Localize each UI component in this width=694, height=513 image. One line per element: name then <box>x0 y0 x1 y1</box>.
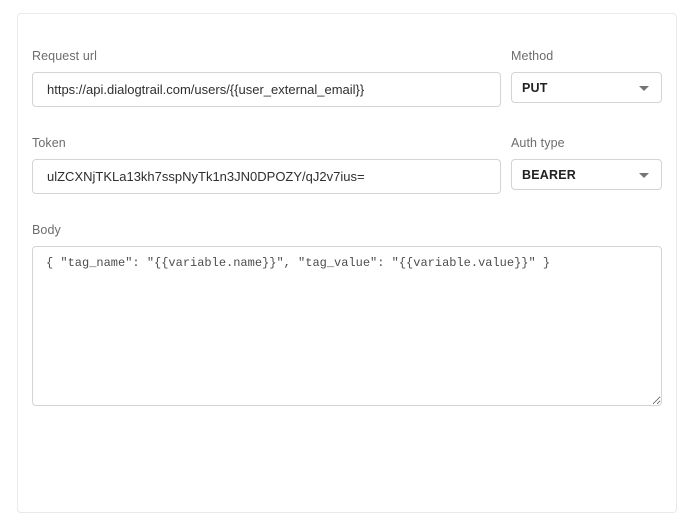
token-field: Token <box>32 136 501 194</box>
chevron-down-icon <box>639 86 649 91</box>
token-input[interactable] <box>32 159 501 194</box>
method-field: Method PUT <box>511 49 662 103</box>
method-label: Method <box>511 49 662 64</box>
auth-type-select-value: BEARER <box>522 168 576 182</box>
token-label: Token <box>32 136 501 151</box>
chevron-down-icon <box>639 173 649 178</box>
request-url-field: Request url <box>32 49 501 107</box>
body-textarea[interactable]: { "tag_name": "{{variable.name}}", "tag_… <box>32 246 662 406</box>
request-url-input[interactable] <box>32 72 501 107</box>
auth-type-label: Auth type <box>511 136 662 151</box>
http-request-settings-card: Request url Method PUT Token Auth type B… <box>17 13 677 513</box>
body-label: Body <box>32 223 662 238</box>
request-url-label: Request url <box>32 49 501 64</box>
method-select[interactable]: PUT <box>511 72 662 103</box>
method-select-value: PUT <box>522 81 548 95</box>
auth-type-select[interactable]: BEARER <box>511 159 662 190</box>
auth-type-field: Auth type BEARER <box>511 136 662 190</box>
row-token-auth: Token Auth type BEARER <box>32 136 662 194</box>
row-url-method: Request url Method PUT <box>32 49 662 107</box>
body-field: Body { "tag_name": "{{variable.name}}", … <box>32 223 662 406</box>
